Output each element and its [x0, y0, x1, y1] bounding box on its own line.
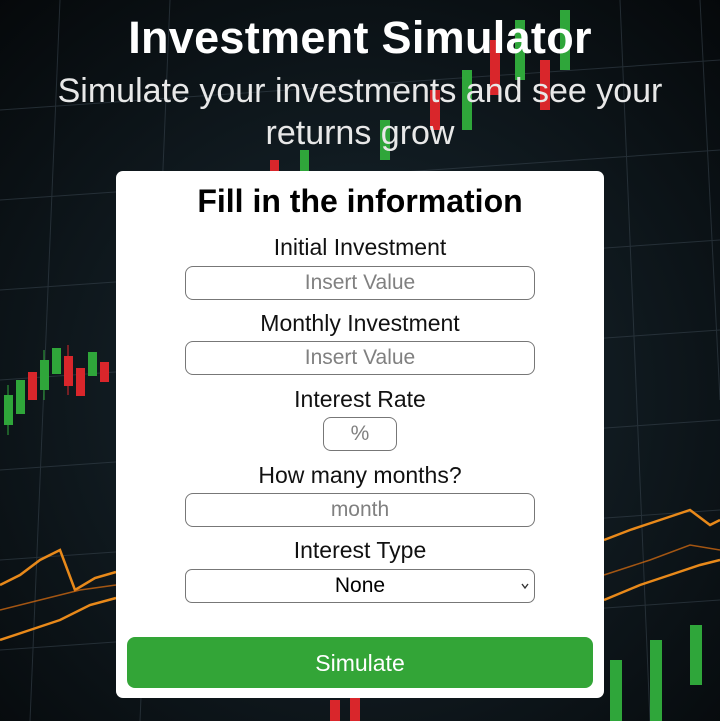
- months-input[interactable]: [185, 493, 535, 527]
- interest-rate-label: Interest Rate: [294, 386, 426, 412]
- page-subtitle: Simulate your investments and see your r…: [57, 72, 663, 152]
- interest-type-selected-value: None: [334, 574, 386, 597]
- interest-type-select[interactable]: None: [185, 569, 535, 603]
- form-heading: Fill in the information: [197, 183, 523, 219]
- months-label: How many months?: [258, 462, 462, 488]
- page-header: Investment Simulator Simulate your inves…: [0, 0, 720, 154]
- interest-type-label: Interest Type: [293, 537, 427, 563]
- initial-investment-input[interactable]: [185, 266, 535, 300]
- simulate-button[interactable]: Simulate: [127, 637, 593, 688]
- monthly-investment-label: Monthly Investment: [260, 310, 460, 336]
- chevron-down-icon: [521, 583, 529, 590]
- page-title: Investment Simulator: [128, 12, 592, 63]
- initial-investment-label: Initial Investment: [273, 234, 447, 260]
- monthly-investment-input[interactable]: [185, 341, 535, 375]
- interest-rate-input[interactable]: [323, 417, 397, 451]
- investment-form-card: Fill in the information Initial Investme…: [116, 171, 604, 698]
